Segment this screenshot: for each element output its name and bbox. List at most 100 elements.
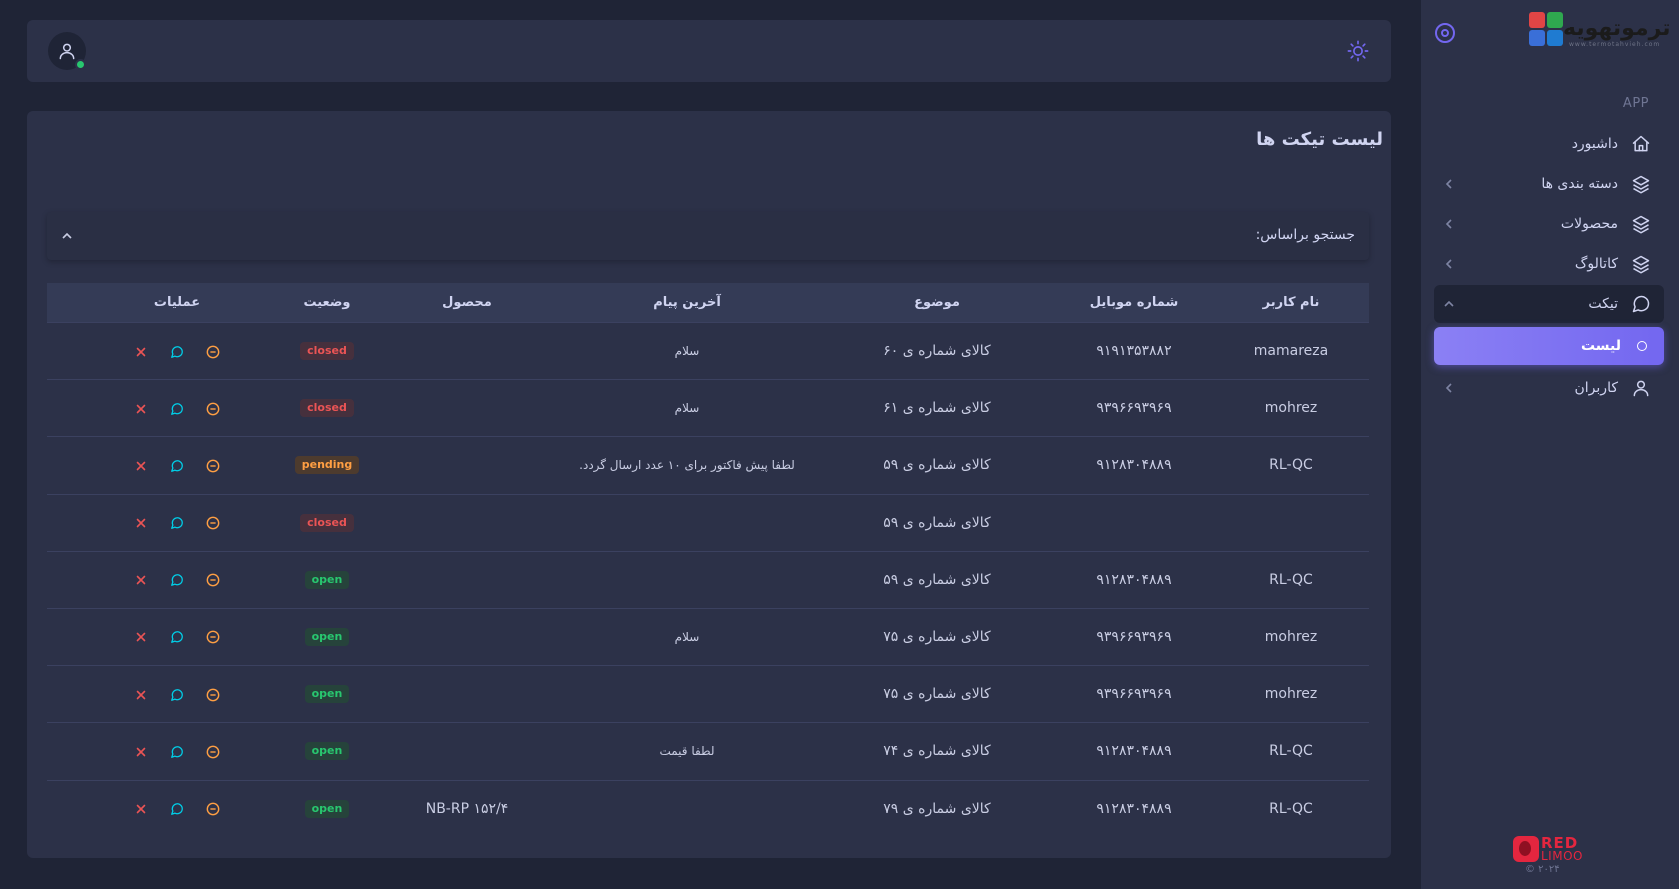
minus-circle-icon[interactable] — [205, 458, 221, 474]
minus-circle-icon[interactable] — [205, 572, 221, 588]
cell-user: mohrez — [1264, 400, 1318, 417]
user-icon — [1630, 377, 1652, 399]
table-row: RL-QC ۹۱۲۸۳۰۴۸۸۹ کالای شماره ی ۵۹ لطفا پیش … — [47, 437, 1369, 495]
sidebar-item-products[interactable]: محصولات — [1434, 205, 1664, 243]
minus-circle-icon[interactable] — [205, 515, 221, 531]
minus-circle-icon[interactable] — [205, 629, 221, 645]
cell-last-message: لطفا قیمت — [659, 744, 715, 759]
close-icon[interactable] — [133, 572, 149, 588]
cell-subject: کالای شماره ی ۷۹ — [883, 800, 991, 817]
message-circle-icon[interactable] — [169, 572, 185, 588]
column-header-user[interactable]: نام کاربر — [1221, 283, 1361, 323]
cell-operations — [87, 380, 267, 437]
page-title: لیست تیکت ها — [1256, 129, 1383, 150]
cell-mobile: ۹۱۹۱۳۵۳۸۸۲ — [1096, 343, 1172, 359]
minus-circle-icon[interactable] — [205, 344, 221, 360]
status-badge: open — [304, 799, 350, 818]
message-circle-icon[interactable] — [169, 687, 185, 703]
close-icon[interactable] — [133, 458, 149, 474]
table-row: RL-QC ۹۱۲۸۳۰۴۸۸۹ کالای شماره ی ۷۴ لطفا قیمت… — [47, 723, 1369, 781]
chevron-up-icon[interactable] — [61, 230, 73, 242]
close-icon[interactable] — [133, 801, 149, 817]
sun-icon[interactable] — [1347, 40, 1369, 62]
minus-circle-icon[interactable] — [205, 401, 221, 417]
column-header-status[interactable]: وضعیت — [267, 283, 387, 323]
cell-mobile: ۹۱۲۸۳۰۴۸۸۹ — [1096, 743, 1172, 760]
sidebar-collapse-toggle-icon[interactable] — [1435, 23, 1455, 43]
column-header-product[interactable]: محصول — [387, 283, 547, 323]
minus-circle-icon[interactable] — [205, 687, 221, 703]
cell-operations — [87, 723, 267, 780]
cell-last-message: سلام — [674, 401, 700, 416]
sidebar-item-dashboard[interactable]: داشبورد — [1434, 125, 1664, 163]
message-circle-icon[interactable] — [169, 801, 185, 817]
layers-icon — [1630, 213, 1652, 235]
column-header-operations: عملیات — [153, 295, 201, 310]
cell-operations — [87, 609, 267, 666]
cell-status: closed — [267, 495, 387, 552]
sidebar: ترموتهویه www.termotahvieh.com APP داشبو… — [1421, 0, 1679, 889]
chevron-left-icon — [1445, 219, 1452, 229]
cell-product — [387, 323, 547, 380]
cell-product — [387, 666, 547, 723]
cell-last-message: سلام — [674, 344, 700, 358]
sidebar-item-categories[interactable]: دسته بندی ها — [1434, 165, 1664, 203]
table-row: کالای شماره ی ۵۹ closed — [47, 495, 1369, 552]
message-circle-icon[interactable] — [169, 344, 185, 360]
logo-subtext: www.termotahvieh.com — [1569, 41, 1661, 48]
close-icon[interactable] — [133, 515, 149, 531]
cell-subject: کالای شماره ی ۷۴ — [883, 743, 991, 760]
sidebar-item-label: تیکت — [1588, 296, 1618, 312]
brand-logo[interactable]: ترموتهویه www.termotahvieh.com — [1529, 10, 1672, 48]
close-icon[interactable] — [133, 344, 149, 360]
sidebar-item-label: کاتالوگ — [1574, 256, 1618, 272]
sidebar-item-label: داشبورد — [1571, 136, 1618, 152]
sidebar-item-tickets[interactable]: تیکت — [1434, 285, 1664, 323]
column-header-last-message[interactable]: آخرین پیام — [547, 283, 827, 323]
cell-user: mohrez — [1264, 628, 1318, 645]
close-icon[interactable] — [133, 744, 149, 760]
status-badge: open — [304, 570, 350, 589]
table-row: mamareza ۹۱۹۱۳۵۳۸۸۲ کالای شماره ی ۶۰ سلام cl… — [47, 323, 1369, 381]
message-circle-icon[interactable] — [169, 458, 185, 474]
cell-status: closed — [267, 323, 387, 380]
chevron-left-icon — [1445, 383, 1452, 393]
cell-subject: کالای شماره ی ۶۰ — [883, 343, 991, 359]
close-icon[interactable] — [133, 401, 149, 417]
user-icon — [59, 43, 75, 60]
cell-last-message — [547, 495, 827, 552]
cell-subject: کالای شماره ی ۵۹ — [883, 514, 991, 531]
logo-text: ترموتهویه — [1563, 16, 1672, 41]
message-circle-icon[interactable] — [169, 629, 185, 645]
sidebar-item-catalog[interactable]: کاتالوگ — [1434, 245, 1664, 283]
table-row: RL-QC ۹۱۲۸۳۰۴۸۸۹ کالای شماره ی ۷۹ NB-RP ۱۵۲… — [47, 781, 1369, 838]
cell-product — [387, 380, 547, 437]
column-header-subject[interactable]: موضوع — [827, 283, 1047, 323]
sidebar-item-label: محصولات — [1560, 216, 1618, 232]
cell-subject: کالای شماره ی ۷۵ — [883, 686, 991, 703]
chevron-left-icon — [1445, 179, 1452, 189]
message-circle-icon[interactable] — [169, 515, 185, 531]
search-panel[interactable]: جستجو براساس: — [47, 212, 1369, 260]
cell-mobile: ۹۳۹۶۶۹۳۹۶۹ — [1096, 400, 1172, 417]
table-header: نام کاربر شماره موبایل موضوع آخرین پیام … — [47, 283, 1369, 323]
layers-icon — [1630, 253, 1652, 275]
cell-user: mohrez — [1264, 686, 1318, 703]
ticket-list-card: لیست تیکت ها جستجو براساس: نام کاربر شما… — [27, 111, 1391, 858]
cell-mobile: ۹۳۹۶۶۹۳۹۶۹ — [1096, 628, 1172, 645]
table-body: mamareza ۹۱۹۱۳۵۳۸۸۲ کالای شماره ی ۶۰ سلام cl… — [47, 323, 1369, 838]
red-limoo-badge-icon — [1513, 836, 1539, 862]
close-icon[interactable] — [133, 687, 149, 703]
message-circle-icon[interactable] — [169, 401, 185, 417]
avatar[interactable] — [48, 32, 86, 70]
minus-circle-icon[interactable] — [205, 744, 221, 760]
message-circle-icon[interactable] — [169, 744, 185, 760]
sidebar-item-ticket-list[interactable]: لیست — [1434, 327, 1664, 365]
sidebar-item-users[interactable]: کاربران — [1434, 369, 1664, 407]
cell-product — [387, 552, 547, 609]
minus-circle-icon[interactable] — [205, 801, 221, 817]
close-icon[interactable] — [133, 629, 149, 645]
cell-mobile: ۹۱۲۸۳۰۴۸۸۹ — [1096, 571, 1172, 588]
column-header-mobile[interactable]: شماره موبایل — [1047, 283, 1221, 323]
cell-status: open — [267, 723, 387, 780]
